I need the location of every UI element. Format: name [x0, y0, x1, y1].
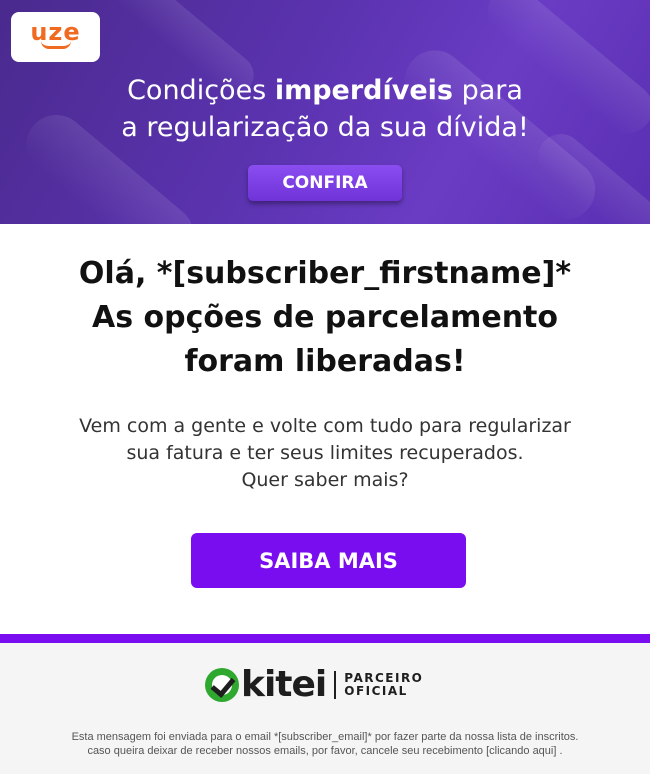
hero-title: Condições imperdíveis para a regularizaç…	[0, 72, 650, 146]
check-icon	[205, 668, 239, 702]
headline-line: As opções de parcelamento	[92, 300, 558, 335]
body-line: sua fatura e ter seus limites recuperado…	[126, 442, 524, 464]
greeting: Olá, *[subscriber_firstname]*	[78, 256, 572, 291]
hero-title-part: para	[453, 75, 523, 106]
partner-label-line2: OFICIAL	[344, 684, 408, 698]
uze-logo-text: uze	[30, 18, 81, 46]
saiba-mais-button[interactable]: SAIBA MAIS	[191, 533, 466, 588]
hero-title-line2: a regularização da sua dívida!	[121, 112, 529, 143]
body-line: Vem com a gente e volte com tudo para re…	[79, 415, 571, 437]
partner-label: PARCEIRO OFICIAL	[344, 672, 423, 698]
headline: Olá, *[subscriber_firstname]* As opções …	[0, 252, 650, 384]
divider	[0, 634, 650, 643]
disclaimer: Esta mensagem foi enviada para o email *…	[0, 730, 650, 758]
confira-button[interactable]: CONFIRA	[248, 165, 402, 201]
hero-title-bold: imperdíveis	[274, 75, 453, 106]
kitei-partner-logo[interactable]: kitei PARCEIRO OFICIAL	[205, 664, 423, 706]
headline-line: foram liberadas!	[184, 344, 466, 379]
logo-separator	[334, 671, 337, 699]
unsubscribe-link[interactable]: caso queira deixar de receber nossos ema…	[0, 744, 650, 758]
hero-banner: uze Condições imperdíveis para a regular…	[0, 0, 650, 224]
uze-logo[interactable]: uze	[11, 12, 100, 62]
disclaimer-line1: Esta mensagem foi enviada para o email *…	[71, 731, 579, 743]
hero-title-part: Condições	[127, 75, 275, 106]
kitei-logo-text: kitei	[241, 664, 327, 705]
smile-icon	[40, 41, 71, 49]
body-line: Quer saber mais?	[241, 469, 409, 491]
email-container: uze Condições imperdíveis para a regular…	[0, 0, 650, 774]
body-text: Vem com a gente e volte com tudo para re…	[0, 413, 650, 494]
